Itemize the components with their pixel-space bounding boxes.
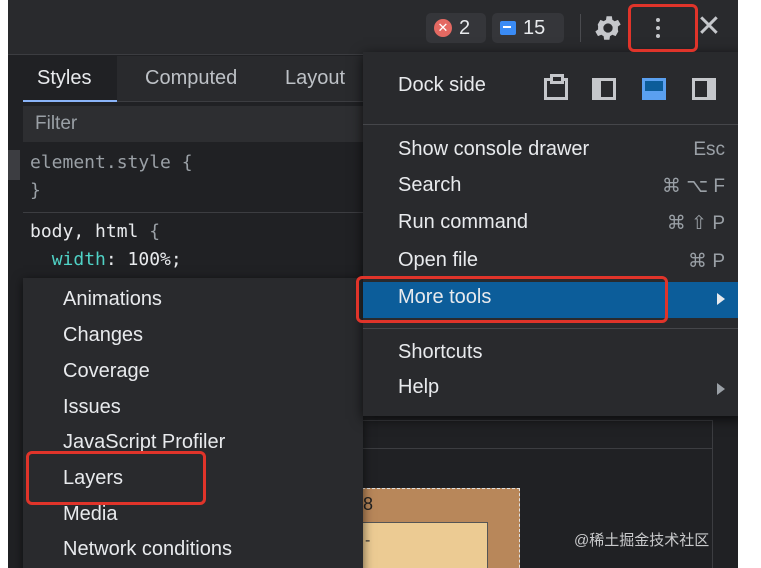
menu-item-shortcut: ⌘ ⇧ P [666,213,725,234]
menu-item-shortcut: Esc [693,139,725,160]
message-counter-button[interactable]: 15 [492,13,564,43]
submenu-item-media[interactable]: Media [63,503,117,526]
menu-item-label: Show console drawer [398,138,590,160]
sidebar-tabs: Styles Computed Layout [23,56,368,102]
highlight-kebab [628,4,698,52]
tab-computed[interactable]: Computed [131,56,251,102]
customize-menu: Dock side Show console drawer Esc Search… [363,52,738,416]
menu-item-label: Help [398,376,440,398]
gear-icon[interactable] [592,12,624,44]
property-value[interactable]: : 100%; [106,249,182,270]
pane-divider [712,420,713,568]
error-icon: ✕ [434,19,452,37]
toolbar-divider [580,14,581,42]
width-declaration: width: 100%; [30,249,182,270]
menu-item-label: Shortcuts [398,341,483,363]
selector-text: body, html [30,221,139,242]
body-rule-selector: body, html { [30,221,160,242]
dock-bottom-icon[interactable] [642,78,666,100]
menu-item-help[interactable]: Help [363,372,738,408]
submenu-item-network-conditions[interactable]: Network conditions [63,538,232,561]
submenu-item-coverage[interactable]: Coverage [63,360,150,383]
box-model-border-value[interactable]: - [365,532,370,550]
property-name[interactable]: width [52,249,106,270]
menu-item-label: Open file [398,249,479,271]
scroll-marker [8,150,20,180]
menu-item-show-console-drawer[interactable]: Show console drawer Esc [363,134,738,170]
menu-divider [363,328,738,329]
message-count: 15 [523,16,546,39]
submenu-item-changes[interactable]: Changes [63,324,143,347]
submenu-item-issues[interactable]: Issues [63,396,121,419]
selector-brace: { [138,221,161,242]
more-tools-submenu: Animations Changes Coverage Issues JavaS… [23,278,363,568]
dock-right-icon[interactable] [692,78,716,100]
pane-divider [362,420,712,421]
tab-layout[interactable]: Layout [271,56,359,102]
devtools-window: ✕ 2 15 ✕ Styles Computed Layout Filter e… [8,0,738,568]
menu-divider [363,124,738,125]
menu-item-label: Run command [398,211,529,233]
menu-item-shortcut: ⌘ P [688,251,725,272]
undock-icon-window [550,74,564,84]
dock-left-icon[interactable] [592,78,616,100]
chevron-right-icon [717,383,725,395]
element-style-rule-close: } [30,180,41,201]
box-model-border [362,522,488,568]
menu-item-label: Search [398,174,462,196]
message-icon [500,21,516,35]
filter-input[interactable]: Filter [23,106,368,142]
highlight-layers [26,451,206,505]
submenu-item-animations[interactable]: Animations [63,288,162,311]
close-icon[interactable]: ✕ [694,12,724,44]
watermark: @稀土掘金技术社区 [574,532,710,549]
menu-item-shortcut: ⌘ ⌥ F [661,176,725,197]
rule-divider [23,212,368,213]
error-counter-button[interactable]: ✕ 2 [426,13,486,43]
undock-icon[interactable] [544,74,568,100]
dock-side-label: Dock side [398,74,486,96]
menu-item-search[interactable]: Search ⌘ ⌥ F [363,170,738,206]
box-model-margin-value[interactable]: 8 [363,494,373,515]
tab-styles[interactable]: Styles [23,56,117,102]
highlight-more-tools [356,276,668,323]
error-count: 2 [459,16,471,39]
element-style-rule-open: element.style { [30,152,193,173]
chevron-right-icon [717,293,725,305]
menu-item-run-command[interactable]: Run command ⌘ ⇧ P [363,207,738,243]
menu-item-shortcuts[interactable]: Shortcuts [363,337,738,373]
pane-divider [362,448,712,449]
